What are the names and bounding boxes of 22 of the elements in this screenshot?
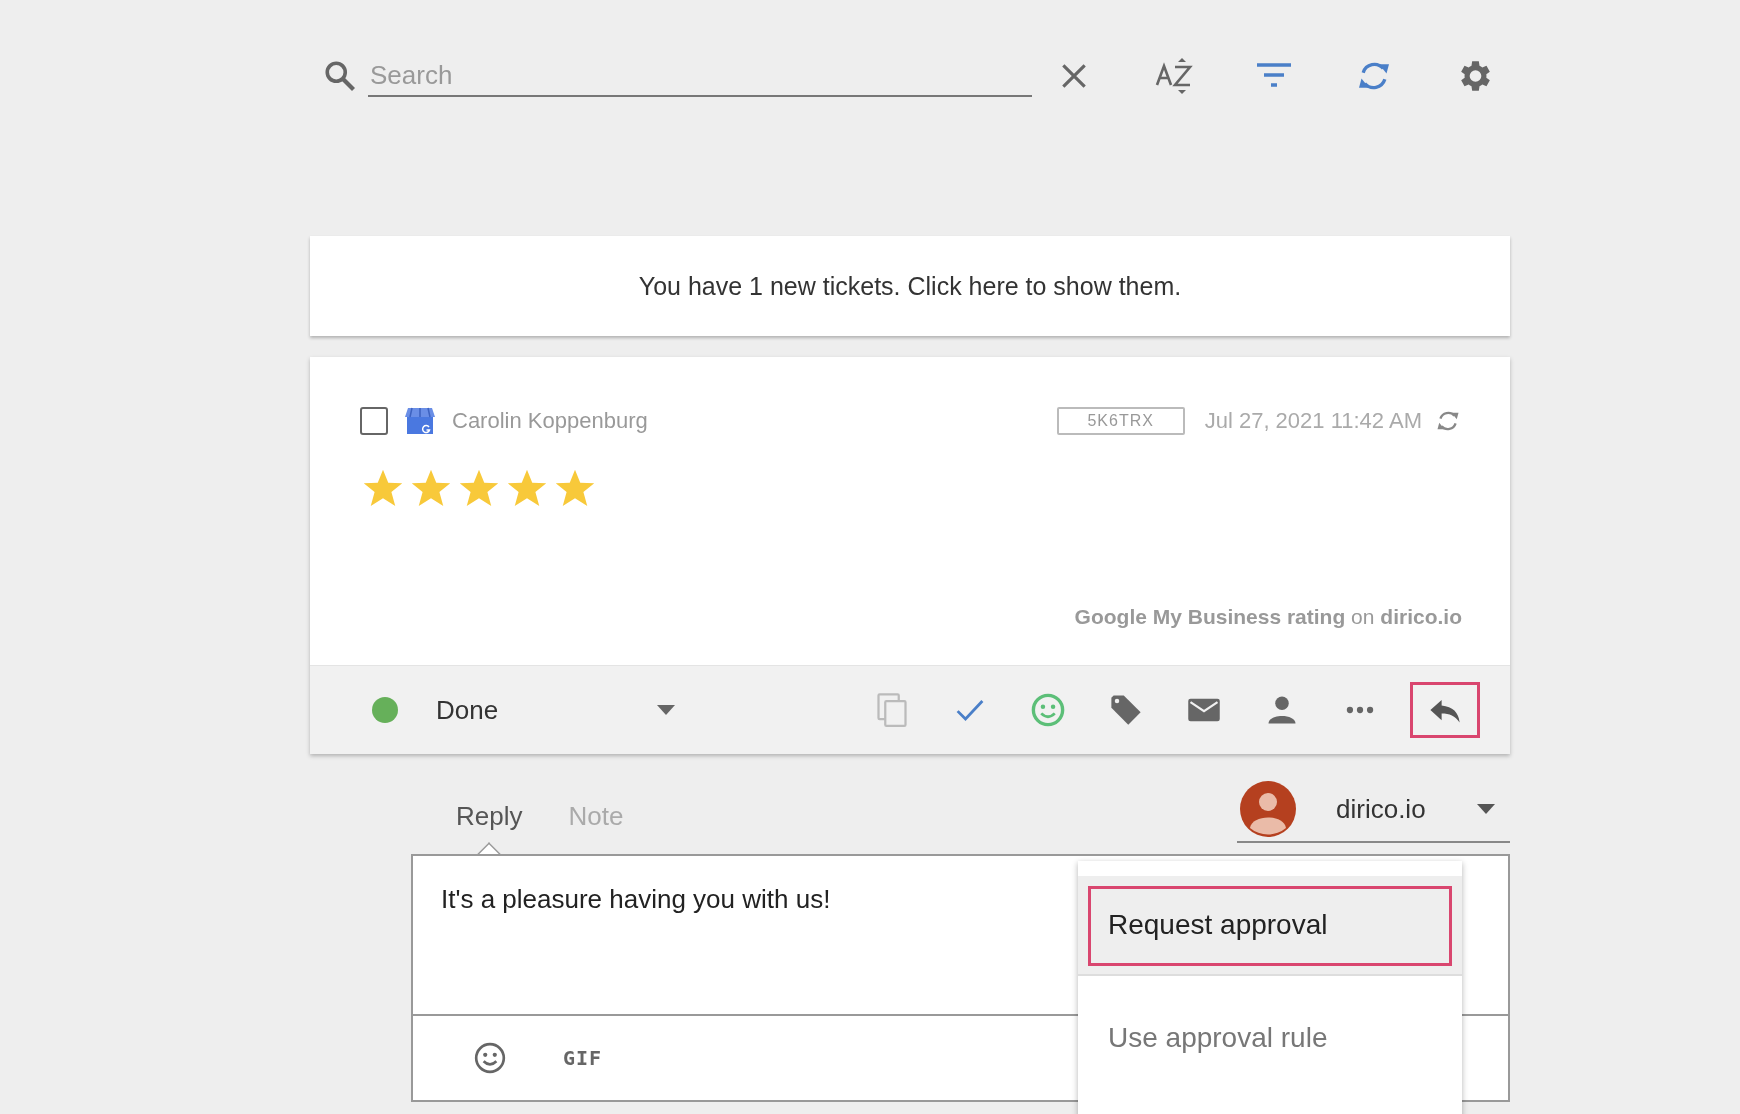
reply-button[interactable] <box>1410 682 1480 738</box>
sort-alphabetical-icon <box>1154 56 1194 96</box>
more-icon <box>1346 706 1374 714</box>
new-tickets-notice[interactable]: You have 1 new tickets. Click here to show them. <box>310 236 1510 336</box>
avatar-icon <box>1240 781 1296 837</box>
caret-icon <box>1476 803 1496 815</box>
author-name: Carolin Koppenburg <box>452 408 648 434</box>
search-field[interactable]: Search <box>368 55 1032 97</box>
sender-dropdown[interactable]: dirico.io <box>1237 781 1510 843</box>
ticket-date: Jul 27, 2021 11:42 AM <box>1204 408 1422 434</box>
status-dropdown[interactable]: Done <box>436 694 676 726</box>
caret-icon <box>656 704 676 716</box>
gif-button[interactable]: GIF <box>563 1046 603 1070</box>
ticket-checkbox[interactable] <box>360 407 388 435</box>
store-icon <box>404 406 436 436</box>
smiley-icon <box>1030 692 1066 728</box>
filter-icon <box>1256 62 1292 90</box>
source-caption: Google My Business rating on dirico.io <box>1073 605 1462 629</box>
ticket-id: 5K6TRX <box>1056 407 1185 435</box>
copy-icon <box>874 692 910 728</box>
smiley-icon[interactable] <box>473 1041 507 1075</box>
menu-item[interactable]: Request approval <box>1078 876 1462 976</box>
